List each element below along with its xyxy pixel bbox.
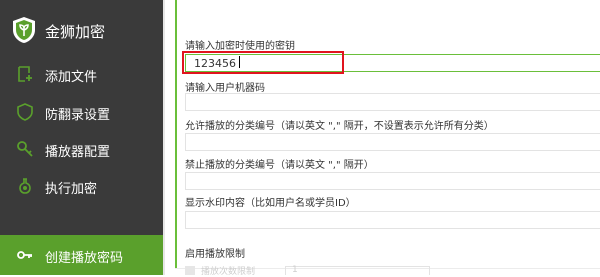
play-count-value: 1	[292, 265, 298, 275]
deny-category-input[interactable]	[185, 172, 600, 190]
allow-category-input[interactable]	[185, 133, 600, 151]
play-limit-label: 启用播放限制	[185, 249, 245, 260]
sidebar-item-anti-record[interactable]: 防翻录设置	[0, 92, 163, 132]
app-title: 金狮加密	[45, 23, 106, 41]
shield-leaf-icon	[13, 17, 35, 43]
shield-icon	[17, 103, 33, 121]
sidebar-item-player-config[interactable]: 播放器配置	[0, 129, 163, 169]
sidebar-item-label: 创建播放密码	[45, 251, 124, 266]
play-count-limit-row: 播放次数限制 1	[185, 265, 600, 277]
key-label: 请输入加密时使用的密钥	[185, 41, 295, 52]
play-count-label: 播放次数限制	[201, 267, 256, 277]
sidebar-item-create-password[interactable]: 创建播放密码	[0, 235, 163, 275]
play-count-input[interactable]: 1	[285, 265, 430, 275]
sidebar-item-label: 防翻录设置	[45, 108, 111, 123]
potion-icon	[19, 178, 31, 194]
sidebar-item-label: 播放器配置	[45, 145, 111, 160]
machine-code-label: 请输入用户机器码	[185, 83, 265, 94]
watermark-label: 显示水印内容（比如用户名或学员ID）	[185, 198, 356, 209]
add-file-icon	[18, 66, 32, 82]
search-key-icon	[17, 141, 33, 157]
deny-category-label: 禁止播放的分类编号（请以英文 "," 隔开）	[185, 160, 374, 171]
sidebar-item-execute-encrypt[interactable]: 执行加密	[0, 166, 163, 206]
sidebar: 金狮加密 添加文件 防翻录设置 播放器配置 执行加密 创建播放密码	[0, 0, 163, 275]
machine-code-input[interactable]	[185, 93, 600, 111]
allow-category-label: 允许播放的分类编号（请以英文 "," 隔开，不设置表示允许所有分类）	[185, 121, 494, 132]
sidebar-item-add-file[interactable]: 添加文件	[0, 54, 163, 94]
section-accent-line	[175, 0, 177, 268]
key-icon	[17, 251, 32, 259]
watermark-input[interactable]	[185, 211, 600, 229]
sidebar-item-label: 添加文件	[45, 70, 98, 85]
highlight-box	[182, 51, 344, 74]
play-count-checkbox[interactable]	[185, 266, 195, 275]
brand-header: 金狮加密	[0, 0, 163, 58]
sidebar-item-label: 执行加密	[45, 182, 98, 197]
